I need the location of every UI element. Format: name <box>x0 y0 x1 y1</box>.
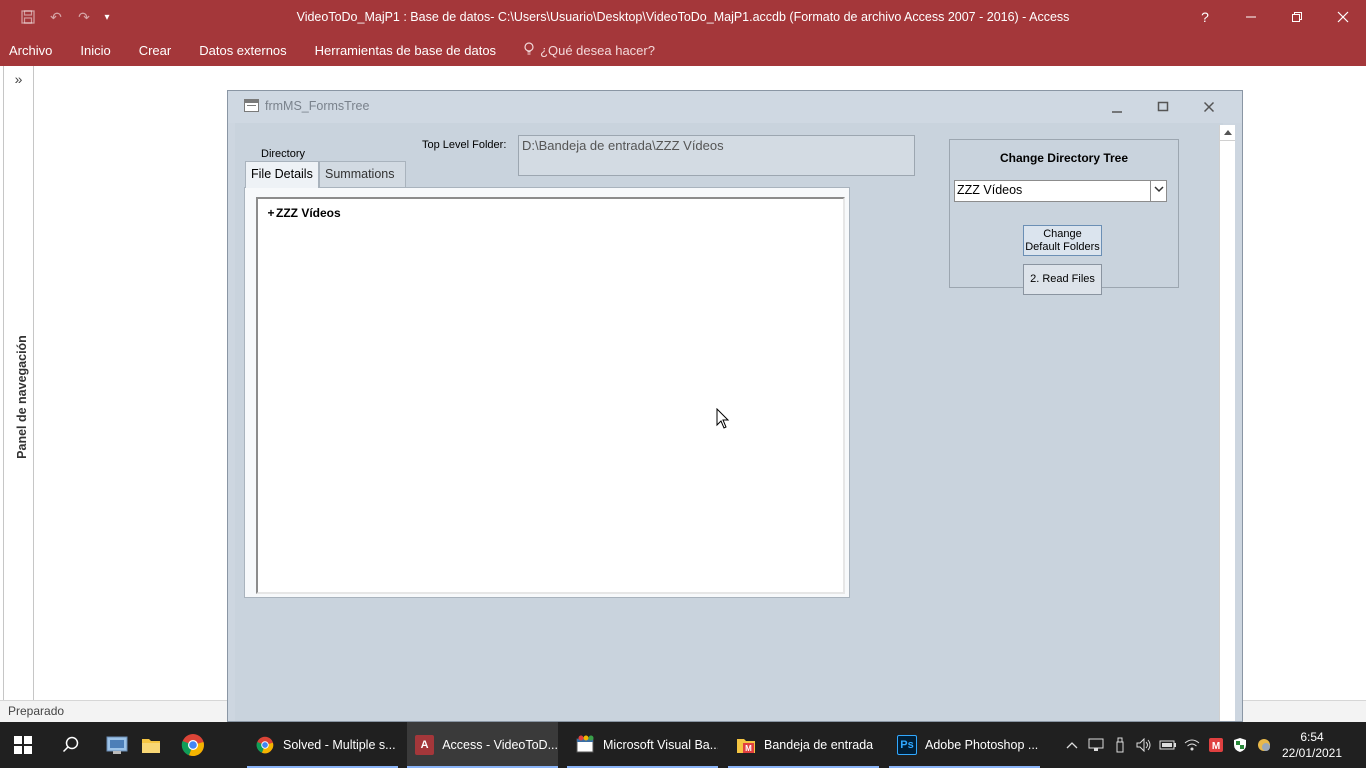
restore-button[interactable] <box>1274 0 1320 34</box>
usb-icon[interactable] <box>1108 722 1132 768</box>
file-details-panel: + ZZZ Vídeos <box>244 187 850 598</box>
tab-herramientas[interactable]: Herramientas de base de datos <box>301 43 510 58</box>
svg-text:M: M <box>745 744 752 753</box>
system-tray: M 6:54 22/01/2021 <box>1060 722 1366 768</box>
weather-icon[interactable] <box>1252 722 1276 768</box>
close-button[interactable] <box>1320 0 1366 34</box>
change-default-folders-line1: Change <box>1043 228 1082 240</box>
wifi-icon[interactable] <box>1180 722 1204 768</box>
taskbar-app-label: Adobe Photoshop ... <box>925 738 1039 752</box>
nav-pane-label[interactable]: Panel de navegación <box>11 327 33 467</box>
tree-expand-icon[interactable]: + <box>266 206 276 220</box>
navigation-pane: » Panel de navegación <box>3 66 34 700</box>
change-default-folders-button[interactable]: Change Default Folders <box>1023 225 1102 256</box>
taskbar-app-mail[interactable]: M Bandeja de entrada <box>728 722 879 768</box>
tab-inicio[interactable]: Inicio <box>66 43 124 58</box>
taskbar-app-chrome[interactable]: Solved - Multiple s... <box>247 722 398 768</box>
scroll-up-icon[interactable] <box>1220 125 1235 141</box>
clock-time: 6:54 <box>1300 730 1324 744</box>
access-screen: ↶ ↷ ▾ VideoToDo_MajP1 : Base de datos- C… <box>0 0 1366 768</box>
taskbar-app-label: Microsoft Visual Ba... <box>603 738 718 752</box>
tab-datos-externos[interactable]: Datos externos <box>185 43 300 58</box>
lightbulb-icon <box>524 41 534 59</box>
access-icon: A <box>415 735 435 755</box>
form-minimize-button[interactable] <box>1094 97 1140 117</box>
directory-label: Directory <box>261 148 306 160</box>
window-controls: ? <box>1182 0 1366 34</box>
tab-summations[interactable]: Summations <box>319 161 406 187</box>
form-title: frmMS_FormsTree <box>265 99 370 113</box>
ribbon-tabs: Archivo Inicio Crear Datos externos Herr… <box>0 34 1366 66</box>
chevron-down-icon[interactable] <box>1150 181 1166 201</box>
form-icon <box>244 99 259 112</box>
directory-combo[interactable]: ZZZ Vídeos <box>954 180 1167 202</box>
clock[interactable]: 6:54 22/01/2021 <box>1276 729 1348 761</box>
taskbar: Solved - Multiple s... A Access - VideoT… <box>0 722 1366 768</box>
tab-file-details[interactable]: File Details <box>245 161 319 188</box>
file-explorer-icon[interactable] <box>128 722 174 768</box>
tree-node-root[interactable]: + ZZZ Vídeos <box>266 206 341 220</box>
read-files-button[interactable]: 2. Read Files <box>1023 264 1102 295</box>
directory-combo-value: ZZZ Vídeos <box>957 183 1023 197</box>
chrome-icon <box>255 735 275 755</box>
network-drive-icon[interactable] <box>1084 722 1108 768</box>
taskbar-app-label: Access - VideoToD... <box>442 738 558 752</box>
taskbar-app-vba[interactable]: Microsoft Visual Ba... <box>567 722 718 768</box>
notification-area[interactable] <box>1348 722 1366 768</box>
title-bar: ↶ ↷ ▾ VideoToDo_MajP1 : Base de datos- C… <box>0 0 1366 34</box>
form-window: frmMS_FormsTree Directory File Details S… <box>227 90 1243 722</box>
mail-folder-icon: M <box>736 735 756 755</box>
vba-icon <box>575 735 595 755</box>
volume-icon[interactable] <box>1132 722 1156 768</box>
change-default-folders-line2: Default Folders <box>1025 241 1100 253</box>
tell-me-text: ¿Qué desea hacer? <box>540 42 655 58</box>
photoshop-icon: Ps <box>897 735 917 755</box>
windows-start-icon[interactable] <box>0 722 46 768</box>
chrome-icon[interactable] <box>170 722 216 768</box>
taskbar-app-access[interactable]: A Access - VideoToD... <box>407 722 558 768</box>
form-maximize-button[interactable] <box>1140 97 1186 117</box>
change-directory-panel: Change Directory Tree ZZZ Vídeos Change … <box>949 139 1179 295</box>
tree-node-label[interactable]: ZZZ Vídeos <box>276 206 341 220</box>
status-text: Preparado <box>8 704 65 718</box>
taskbar-app-photoshop[interactable]: Ps Adobe Photoshop ... <box>889 722 1040 768</box>
chevron-up-icon[interactable] <box>1060 722 1084 768</box>
form-title-bar: frmMS_FormsTree <box>228 91 1242 123</box>
form-close-button[interactable] <box>1186 97 1232 117</box>
taskbar-app-label: Bandeja de entrada <box>764 738 874 752</box>
tab-crear[interactable]: Crear <box>125 43 186 58</box>
gmail-notifier-icon[interactable]: M <box>1204 722 1228 768</box>
svg-text:M: M <box>1212 741 1220 752</box>
clock-date: 22/01/2021 <box>1281 746 1343 760</box>
form-window-controls <box>1094 97 1232 117</box>
top-level-folder-field[interactable]: D:\Bandeja de entrada\ZZZ Vídeos <box>518 135 915 176</box>
tell-me-box[interactable]: ¿Qué desea hacer? <box>510 41 655 59</box>
search-icon[interactable] <box>48 722 94 768</box>
security-shield-icon[interactable] <box>1228 722 1252 768</box>
change-directory-title: Change Directory Tree <box>999 151 1129 165</box>
nav-pane-toggle[interactable]: » <box>4 70 33 88</box>
help-button[interactable]: ? <box>1182 0 1228 34</box>
battery-icon[interactable] <box>1156 722 1180 768</box>
mouse-cursor-icon <box>716 408 730 429</box>
minimize-button[interactable] <box>1228 0 1274 34</box>
window-title: VideoToDo_MajP1 : Base de datos- C:\User… <box>296 10 1070 24</box>
directory-tree[interactable]: + ZZZ Vídeos <box>256 197 845 594</box>
vertical-scrollbar[interactable] <box>1219 125 1235 721</box>
taskbar-app-label: Solved - Multiple s... <box>283 738 396 752</box>
tab-archivo[interactable]: Archivo <box>0 43 66 58</box>
top-level-folder-label: Top Level Folder: <box>422 139 507 151</box>
